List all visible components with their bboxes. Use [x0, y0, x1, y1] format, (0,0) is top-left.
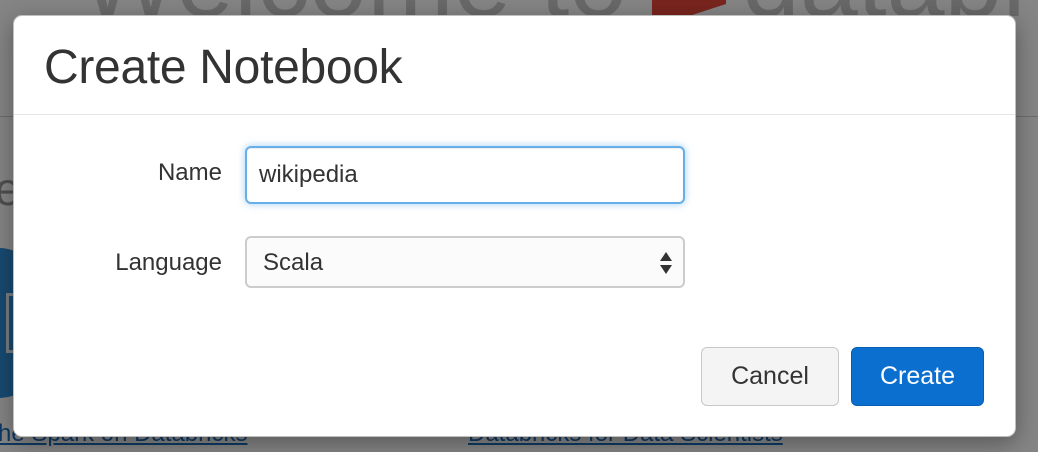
create-notebook-dialog: Create Notebook Name Language Scala Canc… [13, 15, 1016, 437]
create-button[interactable]: Create [851, 347, 984, 406]
language-select[interactable]: Scala [245, 236, 685, 288]
language-select-value: Scala [263, 249, 324, 276]
dialog-title: Create Notebook [44, 41, 403, 94]
dialog-header: Create Notebook [14, 16, 1015, 115]
select-updown-arrows-icon [659, 250, 673, 276]
name-input[interactable] [245, 146, 685, 204]
language-label: Language [115, 249, 222, 276]
cancel-button[interactable]: Cancel [701, 347, 839, 406]
name-label: Name [157, 159, 222, 186]
